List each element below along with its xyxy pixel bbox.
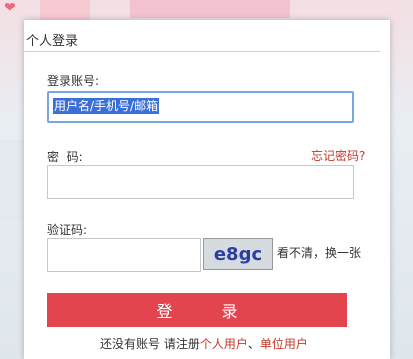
register-separator: 、 [247,337,260,351]
background-panel [0,140,25,220]
account-input-value: 用户名/手机号/邮箱 [53,98,160,114]
title-divider [24,51,380,52]
account-input[interactable]: 用户名/手机号/邮箱 [47,91,354,123]
account-label: 登录账号: [47,74,100,88]
register-unit-link[interactable]: 单位用户 [260,337,308,351]
register-personal-link[interactable]: 个人用户 [200,337,248,351]
background-decoration [40,0,90,20]
captcha-input[interactable] [47,238,201,272]
register-prompt: 还没有账号 请注册个人用户、单位用户 [100,335,308,352]
register-prompt-text: 还没有账号 请注册 [100,337,200,351]
login-dialog: 个人登录 登录账号: 用户名/手机号/邮箱 密 码: 忘记密码? 验证码: e8… [24,20,390,359]
password-label: 密 码: [47,150,83,164]
refresh-captcha-link[interactable]: 看不清，换一张 [277,244,361,261]
dialog-title: 个人登录 [26,34,79,49]
captcha-image[interactable]: e8gc [203,238,273,270]
captcha-text: e8gc [213,243,263,265]
background-banner [130,0,290,18]
captcha-label: 验证码: [47,223,88,237]
heart-icon: ❤ [4,0,16,16]
forgot-password-link[interactable]: 忘记密码? [311,147,365,164]
password-input[interactable] [47,165,354,199]
login-button[interactable]: 登 录 [47,293,347,327]
